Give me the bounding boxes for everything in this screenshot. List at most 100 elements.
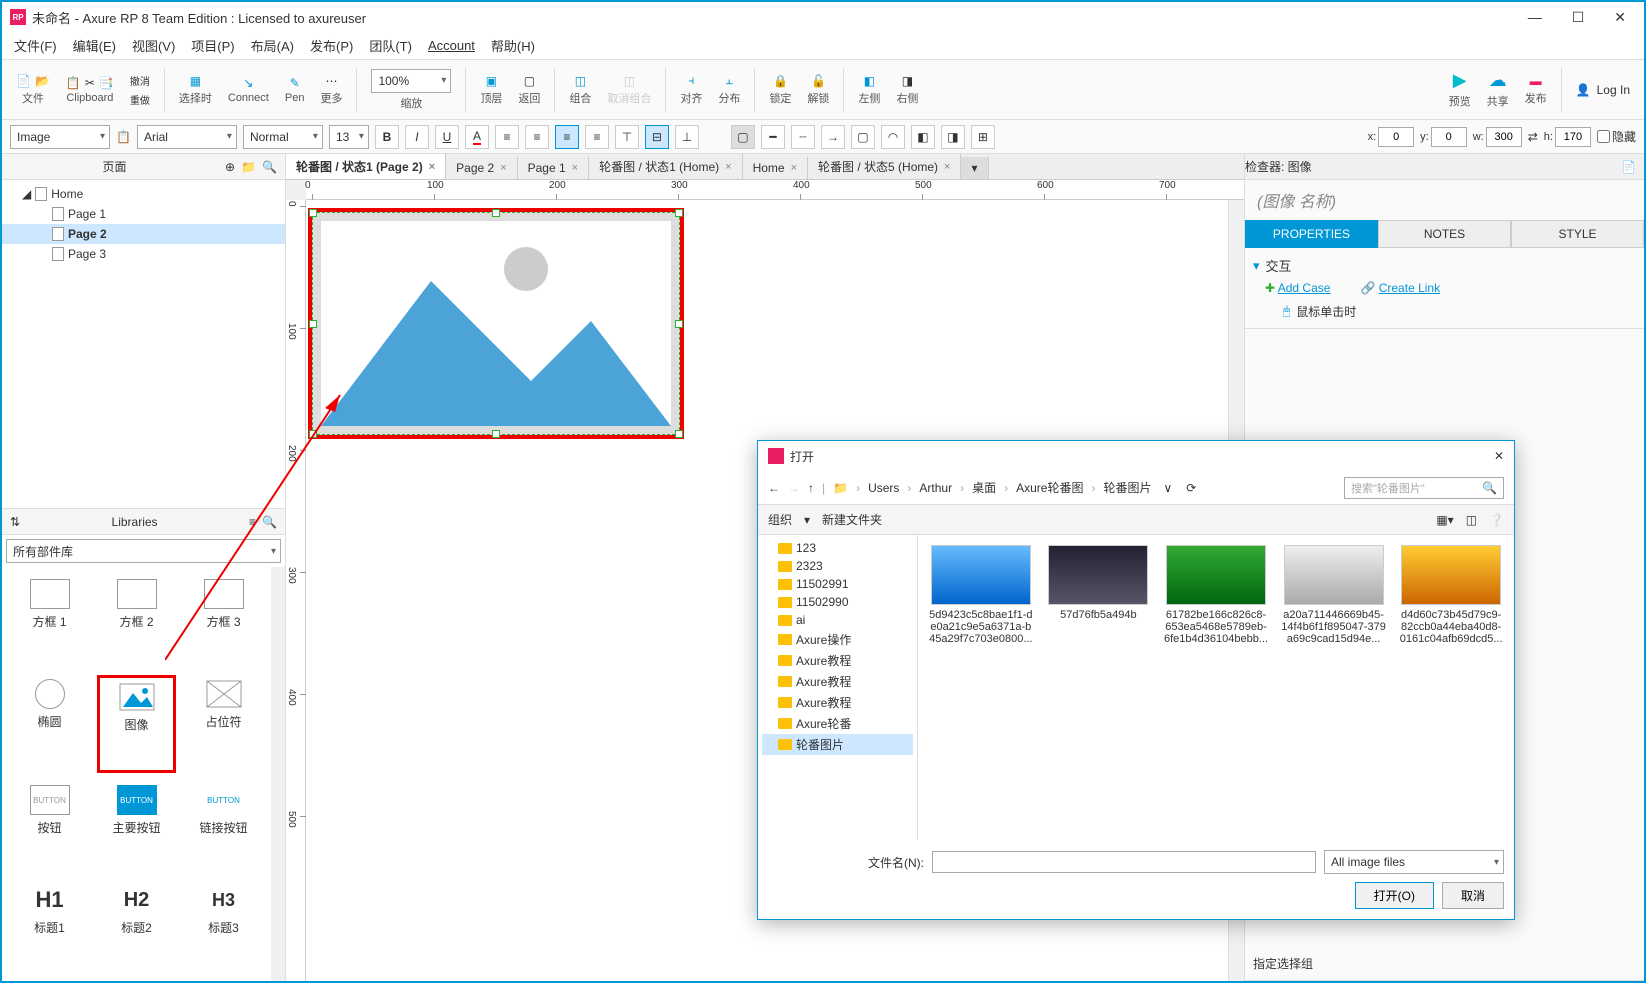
group-tool[interactable]: ◫组合 — [563, 72, 597, 108]
widget-type-combo[interactable]: Image — [10, 125, 110, 149]
menu-team[interactable]: 团队(T) — [363, 33, 418, 58]
border-button[interactable]: ▢ — [851, 125, 875, 149]
nav-fwd-button[interactable]: → — [788, 481, 800, 495]
file-3[interactable]: a20a711446669b45-14f4b6f1f895047-379a69c… — [1281, 545, 1387, 645]
folder-7[interactable]: Axure教程 — [762, 671, 913, 692]
file-0[interactable]: 5d9423c5c8bae1f1-de0a21c9e5a6371a-b45a29… — [928, 545, 1034, 645]
select-tool[interactable]: ▦选择时 — [173, 72, 218, 108]
tab-4[interactable]: Home× — [743, 157, 808, 179]
bold-button[interactable]: B — [375, 125, 399, 149]
zoom-combo[interactable]: 100% — [371, 69, 451, 93]
lib-h2[interactable]: H2标题2 — [97, 881, 176, 973]
add-page-icon[interactable]: ⊕ — [225, 160, 235, 174]
align-right-button[interactable]: ≡ — [585, 125, 609, 149]
crumb-4[interactable]: 轮番图片 — [1103, 479, 1151, 496]
connect-tool[interactable]: ↘Connect — [222, 74, 275, 106]
nav-back-button[interactable]: ← — [768, 481, 780, 495]
object-name[interactable]: (图像 名称) — [1245, 180, 1644, 220]
valign-bot-button[interactable]: ⊥ — [675, 125, 699, 149]
folder-8[interactable]: Axure教程 — [762, 692, 913, 713]
crumb-1[interactable]: Arthur — [919, 481, 952, 495]
font-size-combo[interactable]: 13 — [329, 125, 369, 149]
publish-tool[interactable]: ▬发布 — [1519, 72, 1553, 108]
shadow-in-button[interactable]: ◨ — [941, 125, 965, 149]
search-libs-icon[interactable]: 🔍 — [262, 515, 277, 529]
search-pages-icon[interactable]: 🔍 — [262, 160, 277, 174]
right-tool[interactable]: ◨右侧 — [890, 72, 924, 108]
filename-input[interactable] — [932, 851, 1316, 873]
lib-scrollbar[interactable] — [271, 567, 285, 981]
select-group-section[interactable]: 指定选择组 — [1245, 947, 1644, 981]
tab-properties[interactable]: PROPERTIES — [1245, 220, 1378, 248]
fill-button[interactable]: ▢ — [731, 125, 755, 149]
share-tool[interactable]: ☁共享 — [1481, 68, 1515, 111]
add-folder-icon[interactable]: 📁 — [241, 160, 256, 174]
folder-0[interactable]: 123 — [762, 539, 913, 557]
lib-primary-button[interactable]: BUTTON主要按钮 — [97, 781, 176, 873]
shadow-out-button[interactable]: ◧ — [911, 125, 935, 149]
more-tool[interactable]: ⋯更多 — [314, 72, 348, 108]
cancel-button[interactable]: 取消 — [1442, 882, 1504, 909]
line-button[interactable]: ━ — [761, 125, 785, 149]
tab-dropdown[interactable]: ▾ — [961, 157, 988, 179]
event-click[interactable]: 🖱鼠标单击时 — [1253, 295, 1636, 320]
underline-button[interactable]: U — [435, 125, 459, 149]
lib-box1[interactable]: 方框 1 — [10, 575, 89, 667]
lib-link-button[interactable]: BUTTON链接按钮 — [184, 781, 263, 873]
font-combo[interactable]: Arial — [137, 125, 237, 149]
selected-image-widget[interactable] — [308, 208, 684, 439]
folder-6[interactable]: Axure教程 — [762, 650, 913, 671]
menu-help[interactable]: 帮助(H) — [485, 33, 541, 58]
folder-3[interactable]: 11502990 — [762, 593, 913, 611]
lib-h3[interactable]: H3标题3 — [184, 881, 263, 973]
left-tool[interactable]: ◧左侧 — [852, 72, 886, 108]
tree-page3[interactable]: Page 3 — [2, 244, 285, 264]
tab-0[interactable]: 轮番图 / 状态1 (Page 2)× — [286, 154, 446, 179]
crumb-3[interactable]: Axure轮番图 — [1016, 479, 1083, 496]
close-button[interactable]: ✕ — [1614, 9, 1626, 26]
preview-tool[interactable]: ▶预览 — [1443, 68, 1477, 111]
hidden-checkbox[interactable]: 隐藏 — [1597, 128, 1636, 145]
lock-aspect-icon[interactable]: ⇄ — [1528, 130, 1538, 144]
collapse-icon[interactable]: ⇅ — [10, 515, 20, 529]
lib-h1[interactable]: H1标题1 — [10, 881, 89, 973]
tab-5[interactable]: 轮番图 / 状态5 (Home)× — [808, 154, 961, 179]
lib-box3[interactable]: 方框 3 — [184, 575, 263, 667]
menu-arrange[interactable]: 布局(A) — [245, 33, 300, 58]
italic-button[interactable]: I — [405, 125, 429, 149]
add-case-link[interactable]: ✚ Add Case — [1265, 281, 1330, 295]
lib-button[interactable]: BUTTON按钮 — [10, 781, 89, 873]
menu-project[interactable]: 项目(P) — [185, 33, 240, 58]
menu-edit[interactable]: 编辑(E) — [67, 33, 122, 58]
folder-9[interactable]: Axure轮番 — [762, 713, 913, 734]
file-group[interactable]: 📄📂 文件 — [10, 72, 56, 108]
login-button[interactable]: 👤Log In — [1570, 81, 1636, 99]
filter-combo[interactable]: All image files — [1324, 850, 1504, 874]
menu-icon[interactable]: ≡ — [249, 515, 256, 529]
refresh-icon[interactable]: ⟳ — [1186, 481, 1196, 495]
chevron-down-icon[interactable]: ▾ — [1253, 258, 1260, 274]
zoom-group[interactable]: 100% 缩放 — [365, 67, 457, 113]
clipboard-group[interactable]: 📋✂📑 Clipboard — [60, 74, 120, 106]
tab-2[interactable]: Page 1× — [518, 157, 589, 179]
newfolder-button[interactable]: 新建文件夹 — [822, 511, 882, 528]
arrow-button[interactable]: → — [821, 125, 845, 149]
maximize-button[interactable]: ☐ — [1572, 9, 1585, 26]
create-link[interactable]: 🔗 Create Link — [1360, 281, 1440, 295]
lib-selector[interactable]: 所有部件库 — [6, 539, 281, 563]
open-button[interactable]: 打开(O) — [1355, 882, 1434, 909]
back-tool[interactable]: ▢返回 — [512, 72, 546, 108]
dialog-search[interactable]: 搜索"轮番图片"🔍 — [1344, 477, 1504, 499]
lib-image[interactable]: 图像 — [97, 675, 176, 773]
close-icon[interactable]: × — [429, 161, 435, 173]
color-button[interactable]: A — [465, 125, 489, 149]
tab-1[interactable]: Page 2× — [446, 157, 517, 179]
folder-5[interactable]: Axure操作 — [762, 629, 913, 650]
valign-top-button[interactable]: ⊤ — [615, 125, 639, 149]
lib-placeholder[interactable]: 占位符 — [184, 675, 263, 773]
tab-3[interactable]: 轮番图 / 状态1 (Home)× — [589, 154, 742, 179]
help-icon[interactable]: ❔ — [1489, 513, 1504, 527]
x-input[interactable] — [1378, 127, 1414, 147]
file-2[interactable]: 61782be166c826c8-653ea5468e5789eb-6fe1b4… — [1163, 545, 1269, 645]
nav-up-button[interactable]: ↑ — [808, 481, 814, 495]
